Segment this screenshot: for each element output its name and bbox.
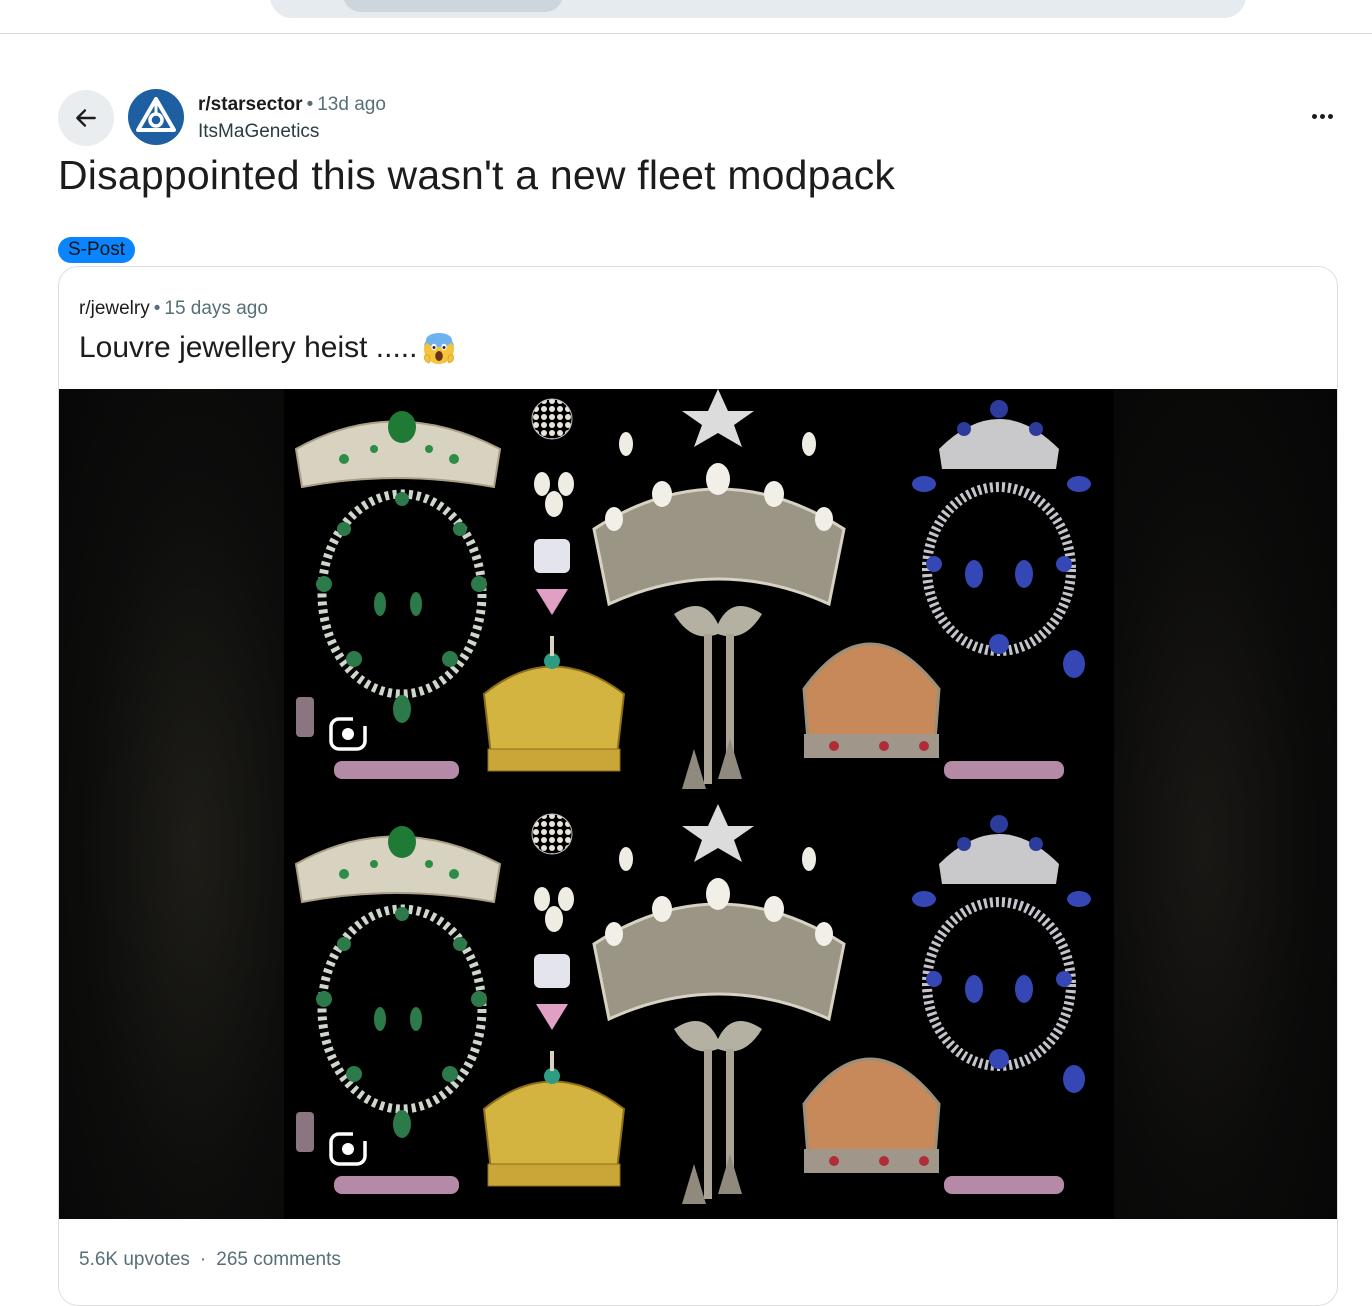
search-scope-pill[interactable] [343, 0, 563, 12]
post-flair[interactable]: S-Post [58, 237, 136, 263]
subreddit-link[interactable]: r/starsector [198, 94, 303, 115]
more-options-icon [1319, 113, 1325, 119]
media-blur-right [1114, 389, 1337, 1219]
author-link[interactable]: ItsMaGenetics [198, 121, 319, 143]
jewelry-image [284, 389, 1114, 1219]
crosspost-card[interactable]: r/jewelry • 15 days ago Louvre jewellery h… [58, 266, 1338, 1306]
crosspost-time: 15 days ago [164, 298, 268, 319]
starsector-community-icon[interactable] [128, 89, 184, 145]
stats-separator: · [199, 1249, 207, 1270]
more-options-button[interactable] [1300, 100, 1344, 132]
comment-count[interactable]: 265 comments [216, 1249, 341, 1270]
arrow-left-icon [76, 109, 96, 127]
face-screaming-in-fear-icon [424, 333, 455, 364]
header-divider [0, 33, 1372, 34]
meta-separator: • [306, 94, 314, 115]
crosspost-stats: 5.6K upvotes · 265 comments [79, 1249, 341, 1271]
crosspost-title-text: Louvre jewellery heist ..... [79, 331, 418, 364]
upvote-count: 5.6K upvotes [79, 1249, 190, 1270]
post-title: Disappointed this wasn't a new fleet mod… [58, 152, 896, 198]
crosspost-meta: r/jewelry • 15 days ago [79, 298, 268, 320]
post-time: 13d ago [317, 94, 386, 115]
more-options-icon [1311, 113, 1317, 119]
media-blur-left [59, 389, 284, 1219]
crosspost-subreddit-link[interactable]: r/jewelry [79, 298, 150, 319]
crosspost-media[interactable] [59, 389, 1337, 1219]
back-button[interactable] [58, 90, 114, 146]
crosspost-title[interactable]: Louvre jewellery heist ..... [79, 330, 457, 366]
more-options-icon [1327, 113, 1333, 119]
crosspost-meta-separator: • [153, 298, 161, 319]
post-meta: r/starsector • 13d ago [198, 93, 386, 117]
